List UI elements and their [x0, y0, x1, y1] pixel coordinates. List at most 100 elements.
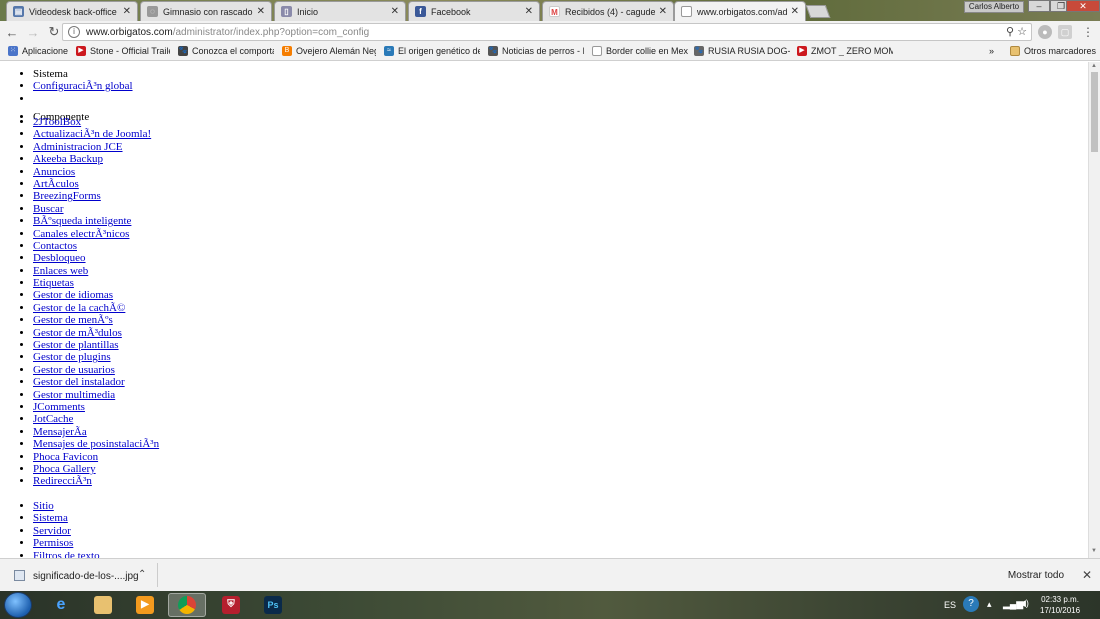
component-link[interactable]: MensajerÃa: [33, 426, 87, 438]
address-bar[interactable]: i www.orbigatos.com /administrator/index…: [62, 23, 1032, 41]
photoshop-taskbar-icon[interactable]: Ps: [254, 593, 292, 617]
bookmark-item[interactable]: 🐾 Conozca el comporta: [178, 46, 274, 56]
component-link[interactable]: Gestor multimedia: [33, 389, 115, 401]
other-bookmarks[interactable]: Otros marcadores: [1010, 46, 1096, 56]
component-link[interactable]: ActualizaciÃ³n de Joomla!: [33, 128, 151, 140]
tab-facebook[interactable]: f Facebook ✕: [408, 1, 540, 21]
tab-videodesk[interactable]: ▤ Videodesk back-office ✕: [6, 1, 138, 21]
component-link[interactable]: Contactos: [33, 240, 77, 252]
bookmark-item[interactable]: ▶ ZMOT _ ZERO MOME: [797, 46, 893, 56]
component-link[interactable]: Anuncios: [33, 166, 75, 178]
component-link[interactable]: Administracion JCE: [33, 141, 123, 153]
component-link[interactable]: Gestor de plugins: [33, 351, 111, 363]
system-clock[interactable]: 02:33 p.m. 17/10/2016: [1040, 594, 1080, 616]
url-host: www.orbigatos.com: [86, 26, 173, 38]
page-icon: [681, 6, 692, 17]
global-config-link[interactable]: ConfiguraciÃ³n global: [33, 80, 133, 92]
component-link[interactable]: BreezingForms: [33, 190, 101, 202]
new-tab-button[interactable]: [805, 5, 831, 18]
help-icon[interactable]: ?: [963, 596, 979, 612]
list-item: Servidor: [33, 525, 100, 537]
settings-tab-link[interactable]: Filtros de texto: [33, 550, 100, 558]
bookmark-item[interactable]: ▶ Stone - Official Traile: [76, 46, 170, 56]
bookmark-item[interactable]: 🐾 Noticias de perros - I: [488, 46, 584, 56]
bookmark-star-icon[interactable]: ⚲ ☆: [1006, 25, 1027, 38]
settings-tab-link[interactable]: Servidor: [33, 525, 71, 537]
settings-tab-link[interactable]: Sitio: [33, 500, 54, 512]
component-link[interactable]: Enlaces web: [33, 265, 88, 277]
component-link[interactable]: Gestor del instalador: [33, 376, 125, 388]
component-link[interactable]: Phoca Favicon: [33, 451, 98, 463]
bookmark-item[interactable]: 🐾 RUSIA RUSIA DOG-ra: [694, 46, 790, 56]
component-link[interactable]: Akeeba Backup: [33, 153, 103, 165]
bookmark-aplicaciones[interactable]: ⁙ Aplicaciones: [8, 46, 68, 56]
component-link[interactable]: Gestor de usuarios: [33, 364, 115, 376]
info-icon[interactable]: i: [68, 26, 80, 38]
language-indicator[interactable]: ES: [944, 600, 956, 610]
back-arrow-icon[interactable]: ←: [3, 25, 21, 40]
more-bookmarks-button[interactable]: »: [989, 46, 994, 56]
chevron-up-icon[interactable]: ⌃: [138, 569, 146, 580]
component-link[interactable]: Gestor de menÃºs: [33, 314, 113, 326]
close-window-button[interactable]: ✕: [1066, 0, 1100, 12]
reload-icon[interactable]: ↻: [45, 24, 63, 40]
extension-icon[interactable]: ●: [1038, 25, 1052, 39]
component-link[interactable]: ArtÃculos: [33, 178, 79, 190]
settings-tab-link[interactable]: Sistema: [33, 512, 68, 524]
minimize-button[interactable]: –: [1028, 0, 1050, 12]
download-file-name[interactable]: significado-de-los-....jpg: [33, 571, 139, 582]
component-link[interactable]: RedirecciÃ³n: [33, 475, 92, 487]
bookmark-item[interactable]: ≈ El origen genético de: [384, 46, 480, 56]
ie-taskbar-icon[interactable]: e: [42, 593, 80, 617]
extension-icon[interactable]: ▢: [1058, 25, 1072, 39]
close-icon[interactable]: ✕: [257, 6, 265, 17]
component-link[interactable]: 2JToolBox: [33, 116, 81, 128]
close-icon[interactable]: ✕: [391, 6, 399, 17]
explorer-taskbar-icon[interactable]: [84, 593, 122, 617]
component-link[interactable]: Gestor de idiomas: [33, 289, 113, 301]
component-link[interactable]: Etiquetas: [33, 277, 74, 289]
close-icon[interactable]: ✕: [1082, 568, 1092, 582]
component-link[interactable]: Gestor de plantillas: [33, 339, 119, 351]
download-bar: significado-de-los-....jpg ⌃ Mostrar tod…: [0, 558, 1100, 591]
chrome-taskbar-icon[interactable]: [168, 593, 206, 617]
component-link[interactable]: Buscar: [33, 203, 64, 215]
scroll-up-icon[interactable]: ▲: [1091, 63, 1097, 69]
chevron-up-icon[interactable]: ▴: [987, 599, 992, 610]
list-item: BreezingForms: [33, 190, 159, 202]
shield-taskbar-icon[interactable]: ⛨: [212, 593, 250, 617]
component-link[interactable]: Mensajes de posinstalaciÃ³n: [33, 438, 159, 450]
list-item: Gestor de plugins: [33, 351, 159, 363]
close-icon[interactable]: ✕: [791, 6, 799, 17]
settings-tab-link[interactable]: Permisos: [33, 537, 73, 549]
tab-gmail[interactable]: M Recibidos (4) - cagudelo ✕: [542, 1, 674, 21]
scroll-thumb[interactable]: [1091, 72, 1098, 152]
scroll-down-icon[interactable]: ▼: [1091, 548, 1097, 554]
show-all-button[interactable]: Mostrar todo: [1001, 566, 1071, 584]
menu-icon[interactable]: ⋮: [1082, 25, 1094, 39]
component-link[interactable]: Desbloqueo: [33, 252, 86, 264]
volume-icon[interactable]: ◀): [1019, 598, 1029, 609]
tab-orbigatos[interactable]: www.orbigatos.com/adm ✕: [674, 1, 806, 21]
close-icon[interactable]: ✕: [525, 6, 533, 17]
component-link[interactable]: Gestor de la cachÃ©: [33, 302, 125, 314]
close-icon[interactable]: ✕: [123, 6, 131, 17]
start-button[interactable]: [4, 592, 32, 618]
component-link[interactable]: BÃºsqueda inteligente: [33, 215, 131, 227]
list-item: Administracion JCE: [33, 141, 159, 153]
profile-button[interactable]: Carlos Alberto: [964, 1, 1024, 13]
bookmark-item[interactable]: B Ovejero Alemán Neg: [282, 46, 376, 56]
media-player-taskbar-icon[interactable]: ▶: [126, 593, 164, 617]
scrollbar[interactable]: ▲ ▼: [1088, 62, 1100, 558]
list-item: Gestor de plantillas: [33, 339, 159, 351]
tab-inicio[interactable]: ▯ Inicio ✕: [274, 1, 406, 21]
component-link[interactable]: Phoca Gallery: [33, 463, 96, 475]
component-link[interactable]: Canales electrÃ³nicos: [33, 228, 129, 240]
close-icon[interactable]: ✕: [659, 6, 667, 17]
component-link[interactable]: JComments: [33, 401, 85, 413]
forward-arrow-icon[interactable]: →: [24, 25, 42, 40]
tab-gimnasio[interactable]: ◌ Gimnasio con rascador p ✕: [140, 1, 272, 21]
bookmark-item[interactable]: Border collie en Mexi: [592, 46, 688, 56]
component-link[interactable]: JotCache: [33, 413, 73, 425]
component-link[interactable]: Gestor de mÃ³dulos: [33, 327, 122, 339]
